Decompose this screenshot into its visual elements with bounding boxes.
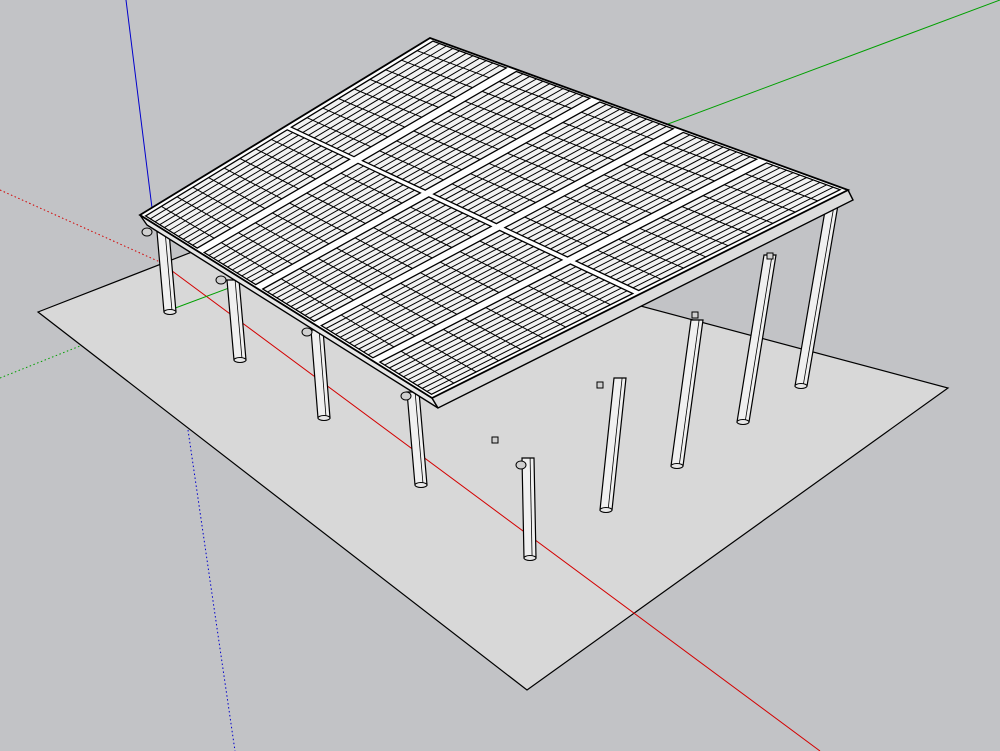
post-base (794, 383, 808, 389)
blue-axis-dotted (187, 429, 236, 751)
scene-canvas[interactable] (0, 0, 1000, 751)
post-base (233, 357, 247, 363)
bracket-4 (515, 460, 527, 470)
bracket-0 (141, 227, 153, 237)
mount-clip-0 (491, 436, 499, 444)
post-base (736, 419, 750, 425)
bracket-2 (301, 327, 313, 337)
post-base (414, 482, 428, 488)
mount-clip-2 (691, 311, 699, 319)
red-axis-dotted (0, 189, 161, 263)
bracket-1 (215, 275, 227, 285)
blue-axis (125, 0, 153, 209)
post-front-4 (521, 457, 537, 559)
bracket-3 (400, 391, 412, 401)
post-base (670, 463, 684, 469)
post-base (163, 309, 177, 315)
post-base (523, 555, 537, 561)
post-base (599, 507, 613, 513)
mount-clip-1 (596, 381, 604, 389)
support-post (521, 457, 537, 561)
mount-clip-3 (766, 252, 774, 260)
post-base (317, 415, 331, 421)
model-viewport[interactable] (0, 0, 1000, 751)
